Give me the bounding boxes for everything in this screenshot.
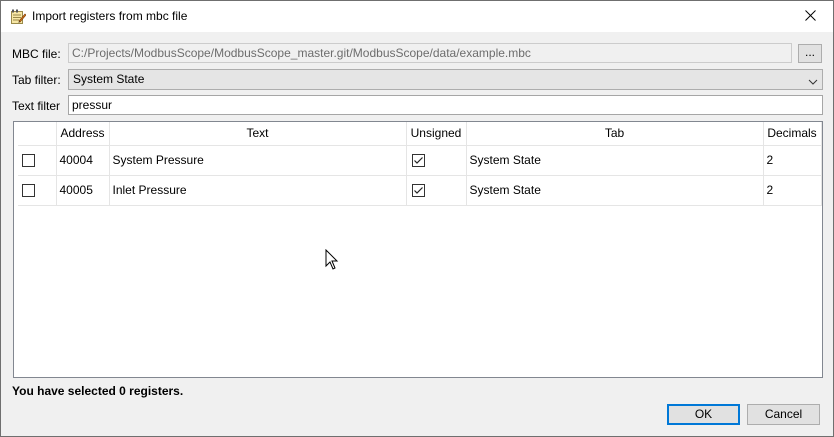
notepad-edit-icon: [10, 9, 27, 25]
mbc-file-label: MBC file:: [12, 47, 61, 61]
ok-button[interactable]: OK: [667, 404, 740, 425]
column-header-text[interactable]: Text: [109, 122, 407, 146]
cancel-button[interactable]: Cancel: [747, 404, 820, 425]
registers-table: Address Text Unsigned Tab Decimals 40004…: [13, 121, 823, 378]
tab-cell: System State: [466, 145, 764, 176]
column-header-select[interactable]: [18, 122, 57, 146]
tab-filter-select[interactable]: System State: [68, 69, 823, 90]
mouse-cursor-icon: [325, 248, 339, 271]
column-header-unsigned[interactable]: Unsigned: [406, 122, 467, 146]
decimals-cell: 2: [763, 145, 822, 176]
close-icon: [804, 9, 816, 24]
import-dialog: Import registers from mbc file MBC file:…: [0, 0, 834, 437]
table-row[interactable]: 40005 Inlet Pressure System State 2: [18, 175, 822, 206]
select-cell: [18, 145, 57, 176]
address-cell: 40004: [56, 145, 110, 176]
column-header-decimals[interactable]: Decimals: [763, 122, 822, 146]
table-row[interactable]: 40004 System Pressure System State 2: [18, 145, 822, 176]
tab-filter-label: Tab filter:: [12, 73, 61, 87]
column-header-address[interactable]: Address: [56, 122, 110, 146]
unsigned-cell: [406, 145, 467, 176]
mbc-file-input[interactable]: C:/Projects/ModbusScope/ModbusScope_mast…: [68, 43, 792, 63]
text-filter-label: Text filter: [12, 99, 61, 113]
chevron-down-icon: [808, 75, 818, 85]
select-checkbox[interactable]: [22, 154, 35, 168]
window-title: Import registers from mbc file: [32, 9, 188, 23]
text-cell: System Pressure: [109, 145, 407, 176]
table-header-row: Address Text Unsigned Tab Decimals: [18, 122, 822, 146]
tab-filter-value: System State: [73, 72, 145, 86]
selection-status: You have selected 0 registers.: [12, 384, 184, 398]
unsigned-cell: [406, 175, 467, 206]
unsigned-checkbox[interactable]: [411, 184, 425, 198]
title-bar[interactable]: Import registers from mbc file: [1, 1, 833, 32]
column-header-tab[interactable]: Tab: [466, 122, 764, 146]
select-cell: [18, 175, 57, 206]
browse-button[interactable]: ...: [798, 44, 822, 63]
close-button[interactable]: [787, 1, 833, 32]
text-filter-input[interactable]: pressur: [68, 95, 823, 115]
unsigned-checkbox[interactable]: [411, 154, 425, 168]
decimals-cell: 2: [763, 175, 822, 206]
address-cell: 40005: [56, 175, 110, 206]
text-cell: Inlet Pressure: [109, 175, 407, 206]
select-checkbox[interactable]: [22, 184, 35, 198]
tab-cell: System State: [466, 175, 764, 206]
